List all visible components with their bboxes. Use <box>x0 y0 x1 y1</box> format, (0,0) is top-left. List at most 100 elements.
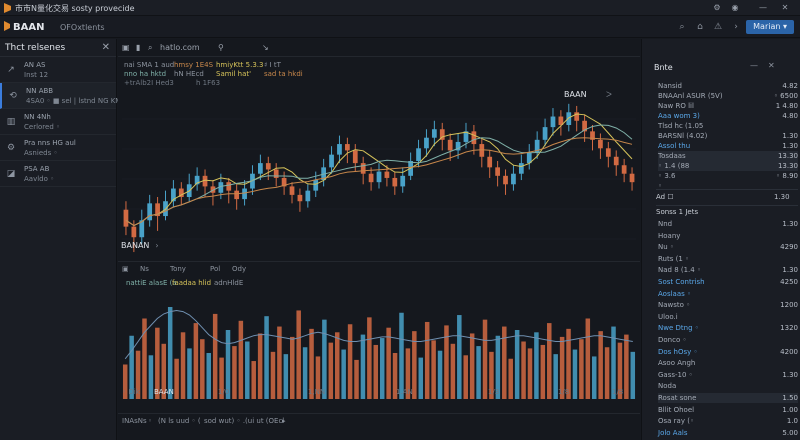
volume-bar <box>521 341 526 399</box>
table-row[interactable]: Rosat sone 1.50 <box>658 393 798 403</box>
panel-title: Bnte <box>654 63 673 72</box>
volume-bar <box>424 321 430 399</box>
list-item[interactable]: ◪ PSA AB Aavldo ◦ <box>0 161 116 187</box>
play-icon[interactable]: ▸ <box>282 417 286 425</box>
candle-body <box>313 180 319 191</box>
candle-body <box>605 148 611 157</box>
table-row[interactable]: Osa ray (◦ 1.0 <box>658 416 798 426</box>
candle-body <box>360 163 366 174</box>
volume-bar <box>238 320 244 399</box>
left-panel: Thct relsenes ✕ ↗ AN AS Inst 12 ⟲ NN ABB… <box>0 39 123 440</box>
minimize-icon[interactable]: — <box>750 61 758 70</box>
table-row[interactable]: Nansid 4.82 <box>658 81 798 91</box>
table-row[interactable]: BARSNl (4.02) 1.30 <box>658 131 798 141</box>
theme-icon[interactable]: ◉ <box>730 3 740 13</box>
volume-tab[interactable]: Ns <box>140 265 149 273</box>
alert-icon[interactable]: ⚠ <box>712 22 724 32</box>
account-menu-button[interactable]: Marian ▾ <box>746 20 794 34</box>
chevron-right-icon[interactable]: › <box>730 22 742 32</box>
volume-bar <box>591 356 597 399</box>
list-item[interactable]: ▥ NN 4Nh Cerlored ◦ <box>0 109 116 135</box>
table-row[interactable]: Donco ◦ <box>658 335 798 345</box>
table-row[interactable]: Asoo Angh <box>658 358 798 368</box>
table-row[interactable]: Nad 8 (1.4 ◦ 1.30 <box>658 265 798 275</box>
table-row[interactable]: Hoany <box>658 231 798 241</box>
candle-body <box>613 156 619 166</box>
table-row[interactable]: Uloo.i <box>658 312 798 322</box>
volume-bar <box>347 324 353 399</box>
header-subtitle: OFOxtlents <box>60 23 105 32</box>
list-item-title: NN ABB <box>26 87 54 95</box>
trend-icon: ↗ <box>7 65 15 75</box>
volume-bar <box>302 347 308 399</box>
close-icon[interactable]: ✕ <box>768 61 775 70</box>
volume-tab[interactable]: Ody <box>232 265 246 273</box>
candle-body <box>242 188 247 200</box>
table-row[interactable]: Nwe Dtng ◦ 1320 <box>658 323 798 333</box>
table-row[interactable]: Sost Contrish 4250 <box>658 277 798 287</box>
table-row[interactable]: BNAAnl ASUR (5V) ◦ 6500 <box>658 91 798 101</box>
row-label: BARSNl (4.02) <box>658 132 708 140</box>
row-label: Tosdaas <box>658 152 686 160</box>
volume-tab[interactable]: Pol <box>210 265 220 273</box>
chart-area: ▣ ▮ ⌕ hatlo.com ⚲ ↘ nai SMA 1 aud hmsy 1… <box>118 39 640 440</box>
table-row[interactable]: ◦ 3.6 ◦ 8.90 <box>658 171 798 181</box>
candle-body <box>337 144 342 155</box>
table-row[interactable]: Aaa wom 3) 4.80 <box>658 111 798 121</box>
minimize-button[interactable]: — <box>758 3 768 13</box>
candle-body <box>368 173 374 183</box>
volume-chart[interactable] <box>122 284 636 399</box>
table-row[interactable]: Nnd 1.30 <box>658 219 798 229</box>
volume-bar <box>624 334 629 399</box>
settings-icon[interactable]: ⚙ <box>712 3 722 13</box>
home-icon[interactable]: ⌂ <box>694 22 706 32</box>
table-row[interactable]: Nawsto ◦ 1200 <box>658 300 798 310</box>
section-value: 1.30 <box>774 193 790 201</box>
table-row[interactable]: Tosdaas 13.30 <box>658 151 798 161</box>
chart-source-link[interactable]: hatlo.com <box>160 43 200 52</box>
status-text: (N ls uud ◦ ( <box>158 417 201 425</box>
close-window-button[interactable]: ✕ <box>780 3 790 13</box>
row-label: Gass-10 ◦ <box>658 370 693 379</box>
divider <box>656 205 798 206</box>
row-value: 4.82 <box>782 82 798 90</box>
chevron-right-icon[interactable]: › <box>155 241 158 250</box>
left-panel-title: Thct relsenes <box>5 43 66 53</box>
volume-bar <box>341 349 346 399</box>
table-row[interactable]: Aoslaas ◦ <box>658 289 798 299</box>
draw-tool-icon[interactable]: ↘ <box>262 43 269 52</box>
zoom-icon[interactable]: ⌕ <box>148 43 152 53</box>
candle-body <box>123 209 129 227</box>
row-label: Assol thu <box>658 142 691 150</box>
table-row[interactable]: Jolo Aals 5.00 <box>658 428 798 438</box>
candle-body <box>226 182 232 191</box>
list-item[interactable]: ⚙ Pra nns HG aul Asnieds ◦ <box>0 135 116 161</box>
volume-tab[interactable]: Tony <box>170 265 186 273</box>
table-row[interactable]: ◦ 1.4 (88 13.30 <box>658 161 798 171</box>
chart-type-icon[interactable]: ▮ <box>136 43 140 52</box>
table-row[interactable]: Dos hOsy ◦ 4200 <box>658 347 798 357</box>
table-row[interactable]: Naw RO lil 1 4.80 <box>658 101 798 111</box>
search-icon[interactable]: ⌕ <box>676 22 688 32</box>
left-panel-header: Thct relsenes ✕ <box>0 39 116 57</box>
table-row[interactable]: Gass-10 ◦ 1.30 <box>658 370 798 380</box>
candle-body <box>479 144 485 157</box>
checkbox-icon[interactable]: ▣ <box>122 43 130 52</box>
volume-bar <box>148 355 154 399</box>
close-icon[interactable]: ✕ <box>102 42 110 53</box>
list-item[interactable]: ⟲ NN ABB 4SA0 ◦ ■ sel | lstnd NG KMI <box>0 83 123 109</box>
table-row[interactable]: Ruts (1 ◦ <box>658 254 798 264</box>
table-row[interactable]: Nu ◦ 4290 <box>658 242 798 252</box>
table-row[interactable]: Bllit Ohoel 1.00 <box>658 405 798 415</box>
list-item[interactable]: ↗ AN AS Inst 12 <box>0 57 116 83</box>
search-icon[interactable]: ⚲ <box>218 43 224 52</box>
volume-bar <box>450 343 456 399</box>
candle-body <box>273 169 279 178</box>
table-row[interactable]: Noda <box>658 381 798 391</box>
row-label: Uloo.i <box>658 312 678 321</box>
table-row[interactable]: Tlsd hc (1.05 <box>658 121 798 131</box>
table-row[interactable]: Assol thu 1.30 <box>658 141 798 151</box>
checkbox-icon[interactable]: ▣ <box>122 265 129 273</box>
x-tick-label: BAAN <box>154 388 174 396</box>
candlestick-chart[interactable] <box>122 89 636 269</box>
